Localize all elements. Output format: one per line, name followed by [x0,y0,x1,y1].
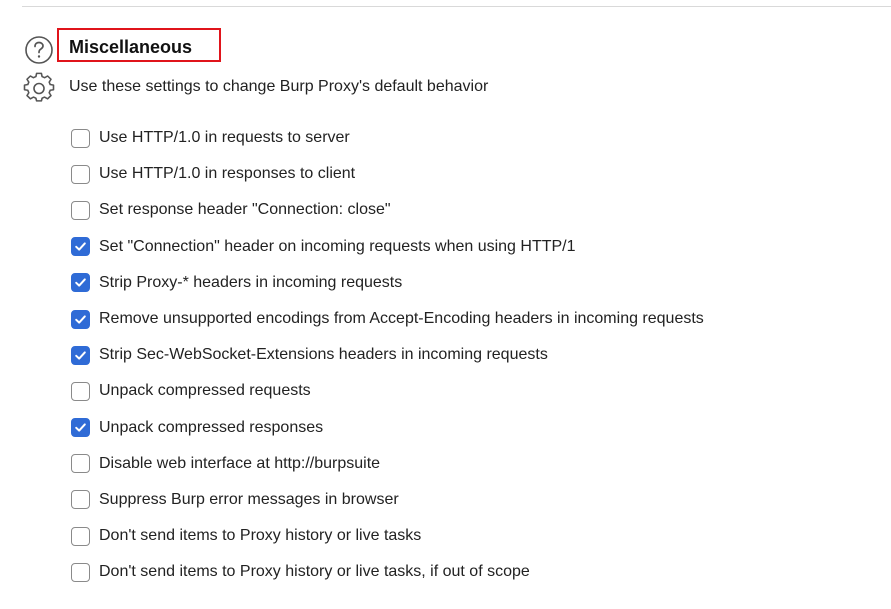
help-icon[interactable] [24,35,54,65]
option-checkbox[interactable] [71,381,90,401]
option-label: Don't send items to Proxy history or liv… [99,527,422,545]
checkmark-icon [75,242,86,251]
option-checkbox[interactable] [71,345,90,365]
option-row[interactable]: Set "Connection" header on incoming requ… [71,229,704,265]
option-label: Disable web interface at http://burpsuit… [99,454,381,472]
option-checkbox[interactable] [71,454,90,474]
option-row[interactable]: Don't send items to Proxy history or liv… [71,518,704,554]
option-row[interactable]: Unpack compressed requests [71,373,704,409]
option-label: Strip Proxy-* headers in incoming reques… [99,273,403,291]
option-label: Unpack compressed responses [99,418,324,436]
option-row[interactable]: Disable web interface at http://burpsuit… [71,446,704,482]
checkmark-icon [75,314,86,324]
section-divider [22,6,891,7]
option-row[interactable]: Remove unsupported encodings from Accept… [71,301,704,337]
option-row[interactable]: Use HTTP/1.0 in requests to server [71,120,704,156]
section-title: Miscellaneous [69,37,193,57]
option-row[interactable]: Unpack compressed responses [71,410,704,446]
option-checkbox[interactable] [71,200,90,220]
checkmark-icon [75,351,86,360]
option-label: Use HTTP/1.0 in responses to client [99,165,356,183]
option-label: Set "Connection" header on incoming requ… [99,237,576,255]
option-label: Suppress Burp error messages in browser [99,490,399,508]
option-label: Strip Sec-WebSocket-Extensions headers i… [99,346,548,364]
option-checkbox[interactable] [71,273,90,293]
option-checkbox[interactable] [71,164,90,184]
option-label: Set response header "Connection: close" [99,201,391,219]
gear-icon[interactable] [23,72,55,104]
option-checkbox[interactable] [71,309,90,329]
option-checkbox[interactable] [71,526,90,546]
option-label: Remove unsupported encodings from Accept… [99,310,704,328]
option-row[interactable]: Strip Proxy-* headers in incoming reques… [71,265,704,301]
option-row[interactable]: Use HTTP/1.0 in responses to client [71,156,704,192]
option-checkbox[interactable] [71,128,90,148]
option-label: Use HTTP/1.0 in requests to server [99,129,350,147]
option-checkbox[interactable] [71,562,90,582]
option-row[interactable]: Set response header "Connection: close" [71,192,704,228]
checkmark-icon [75,278,86,287]
option-row[interactable]: Suppress Burp error messages in browser [71,482,704,518]
option-row[interactable]: Don't send items to Proxy history or liv… [71,554,704,590]
option-label: Don't send items to Proxy history or liv… [99,563,530,581]
option-label: Unpack compressed requests [99,382,311,400]
option-checkbox[interactable] [71,237,90,257]
checkmark-icon [75,423,86,432]
option-row[interactable]: Strip Sec-WebSocket-Extensions headers i… [71,337,704,373]
options-list: Use HTTP/1.0 in requests to server Use HT… [71,120,704,590]
section-description: Use these settings to change Burp Proxy'… [69,78,489,95]
option-checkbox[interactable] [71,490,90,510]
option-checkbox[interactable] [71,418,90,438]
